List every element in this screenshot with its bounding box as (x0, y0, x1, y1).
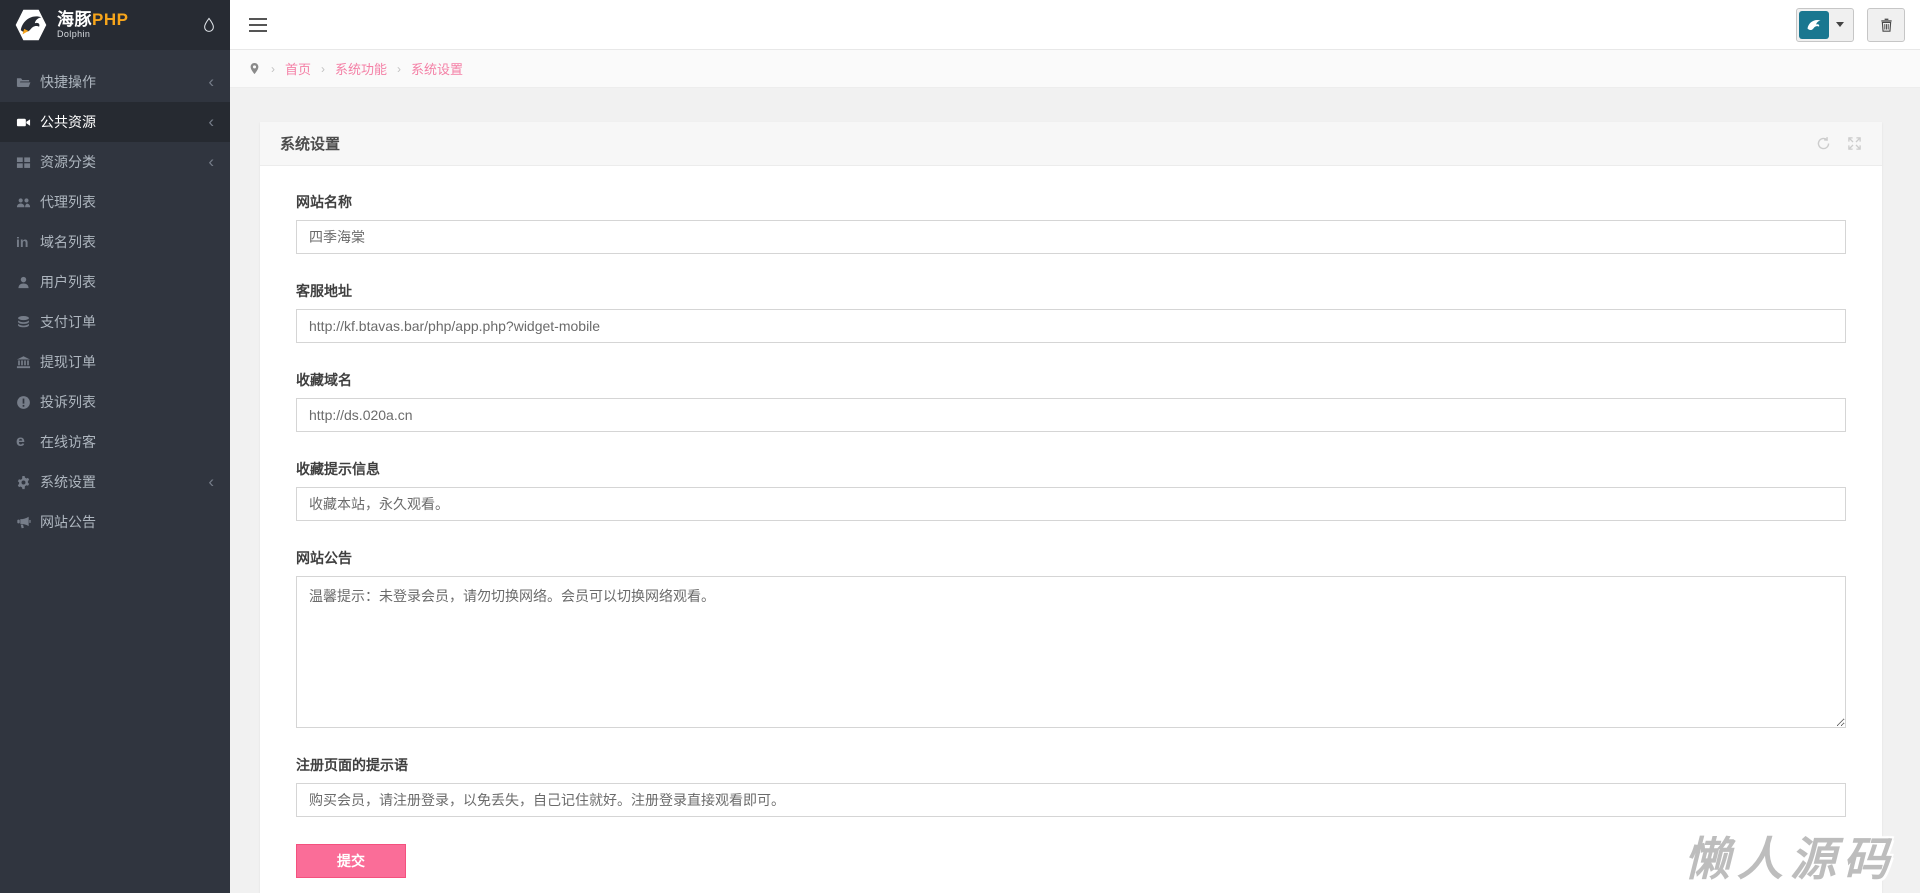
grid-icon (16, 155, 40, 170)
edge-icon: e (16, 433, 25, 450)
breadcrumb-separator: › (321, 61, 326, 76)
chevron-left-icon: ‹ (208, 151, 214, 171)
breadcrumb-separator: › (271, 61, 275, 76)
sidebar-item-quick-ops[interactable]: 快捷操作 ‹ (0, 62, 230, 102)
breadcrumb-system-settings-link[interactable]: 系统设置 (411, 59, 463, 78)
sidebar-item-label: 用户列表 (40, 274, 96, 290)
sidebar-item-label: 快捷操作 (40, 74, 96, 90)
sidebar-item-label: 投诉列表 (40, 394, 96, 410)
main-area: › 首页 › 系统功能 › 系统设置 系统设置 网站名称 四季海棠 客服地址 h… (230, 0, 1920, 893)
exclamation-circle-icon (16, 395, 40, 410)
form-group-register-tip: 注册页面的提示语 (296, 755, 1846, 817)
favorite-domain-field[interactable] (296, 398, 1846, 432)
favorite-tip-field[interactable] (296, 487, 1846, 521)
sidebar: 海豚PHP Dolphin 快捷操作 ‹ 公共资源 ‹ 资源分类 ‹ 代理列表 … (0, 0, 230, 893)
brand-subtitle: Dolphin (57, 29, 91, 39)
chevron-down-icon (1829, 22, 1851, 27)
theme-droplet-icon[interactable] (202, 16, 216, 34)
folder-open-icon (16, 75, 40, 90)
bullhorn-icon (16, 515, 40, 530)
site-name-field[interactable] (296, 220, 1846, 254)
topbar-actions (1796, 7, 1905, 42)
settings-form: 网站名称 客服地址 收藏域名 收藏提示信息 网站公告 温馨提 (260, 166, 1882, 893)
form-group-site-name: 网站名称 (296, 192, 1846, 254)
clear-cache-button[interactable] (1867, 7, 1905, 42)
users-icon (16, 195, 40, 210)
favorite-tip-label: 收藏提示信息 (296, 461, 380, 477)
sidebar-item-domain-list[interactable]: in 域名列表 (0, 222, 230, 262)
sidebar-item-public-resources[interactable]: 公共资源 ‹ (0, 102, 230, 142)
sidebar-item-label: 公共资源 (40, 114, 96, 130)
sidebar-item-label: 资源分类 (40, 154, 96, 170)
form-group-favorite-tip: 收藏提示信息 (296, 459, 1846, 521)
site-announcement-label: 网站公告 (296, 550, 352, 566)
refresh-icon[interactable] (1816, 136, 1831, 151)
sidebar-item-online-visitors[interactable]: e 在线访客 (0, 422, 230, 462)
gear-icon (16, 475, 40, 490)
chevron-left-icon: ‹ (208, 71, 214, 91)
page-content: 系统设置 网站名称 客服地址 (230, 88, 1920, 893)
sidebar-item-label: 支付订单 (40, 314, 96, 330)
sidebar-item-resource-categories[interactable]: 资源分类 ‹ (0, 142, 230, 182)
sidebar-item-site-announcement[interactable]: 网站公告 (0, 502, 230, 542)
site-announcement-textarea[interactable]: 温馨提示：未登录会员，请勿切换网络。会员可以切换网络观看。 (296, 576, 1846, 728)
linkedin-icon: in (16, 234, 29, 250)
sidebar-item-user-list[interactable]: 用户列表 (0, 262, 230, 302)
submit-button[interactable]: 提交 (296, 844, 406, 878)
sidebar-menu: 快捷操作 ‹ 公共资源 ‹ 资源分类 ‹ 代理列表 in 域名列表 用户列表 支… (0, 50, 230, 542)
sidebar-item-label: 网站公告 (40, 514, 96, 530)
form-group-favorite-domain: 收藏域名 (296, 370, 1846, 432)
site-name-label: 网站名称 (296, 194, 352, 210)
fullscreen-icon[interactable] (1847, 136, 1862, 151)
topbar (230, 0, 1920, 50)
service-url-field[interactable] (296, 309, 1846, 343)
card-tools (1816, 136, 1862, 151)
sidebar-item-payment-orders[interactable]: 支付订单 (0, 302, 230, 342)
user-avatar (1799, 10, 1829, 39)
card-header: 系统设置 (260, 122, 1882, 166)
register-tip-field[interactable] (296, 783, 1846, 817)
brand-name-php: PHP (92, 10, 129, 29)
register-tip-label: 注册页面的提示语 (296, 757, 408, 773)
location-pin-icon (248, 61, 261, 76)
chevron-left-icon: ‹ (208, 111, 214, 131)
sidebar-item-label: 域名列表 (40, 234, 96, 250)
user-menu-button[interactable] (1796, 7, 1854, 42)
dolphin-logo-icon (15, 9, 47, 41)
logo-bar: 海豚PHP Dolphin (0, 0, 230, 50)
breadcrumb-system-functions-link[interactable]: 系统功能 (335, 59, 387, 78)
favorite-domain-label: 收藏域名 (296, 372, 352, 388)
sidebar-toggle-button[interactable] (245, 12, 271, 38)
sidebar-item-system-settings[interactable]: 系统设置 ‹ (0, 462, 230, 502)
user-icon (16, 275, 40, 290)
database-icon (16, 315, 40, 330)
bank-icon (16, 355, 40, 370)
breadcrumb-home-link[interactable]: 首页 (285, 59, 311, 78)
sidebar-item-label: 系统设置 (40, 474, 96, 490)
breadcrumb: › 首页 › 系统功能 › 系统设置 (230, 50, 1920, 88)
sidebar-item-withdraw-orders[interactable]: 提现订单 (0, 342, 230, 382)
brand-text: 海豚PHP Dolphin (57, 11, 128, 39)
trash-icon (1880, 18, 1892, 32)
service-url-label: 客服地址 (296, 283, 352, 299)
card-title: 系统设置 (280, 136, 341, 153)
sidebar-item-label: 提现订单 (40, 354, 96, 370)
sidebar-item-label: 代理列表 (40, 194, 96, 210)
brand-name-cn: 海豚 (57, 10, 92, 29)
form-group-site-announcement: 网站公告 温馨提示：未登录会员，请勿切换网络。会员可以切换网络观看。 (296, 548, 1846, 728)
breadcrumb-separator: › (397, 61, 402, 76)
form-group-service-url: 客服地址 (296, 281, 1846, 343)
video-camera-icon (16, 115, 40, 130)
sidebar-item-complaint-list[interactable]: 投诉列表 (0, 382, 230, 422)
sidebar-item-label: 在线访客 (40, 434, 96, 450)
settings-card: 系统设置 网站名称 客服地址 (260, 122, 1882, 893)
chevron-left-icon: ‹ (208, 471, 214, 491)
sidebar-item-agent-list[interactable]: 代理列表 (0, 182, 230, 222)
